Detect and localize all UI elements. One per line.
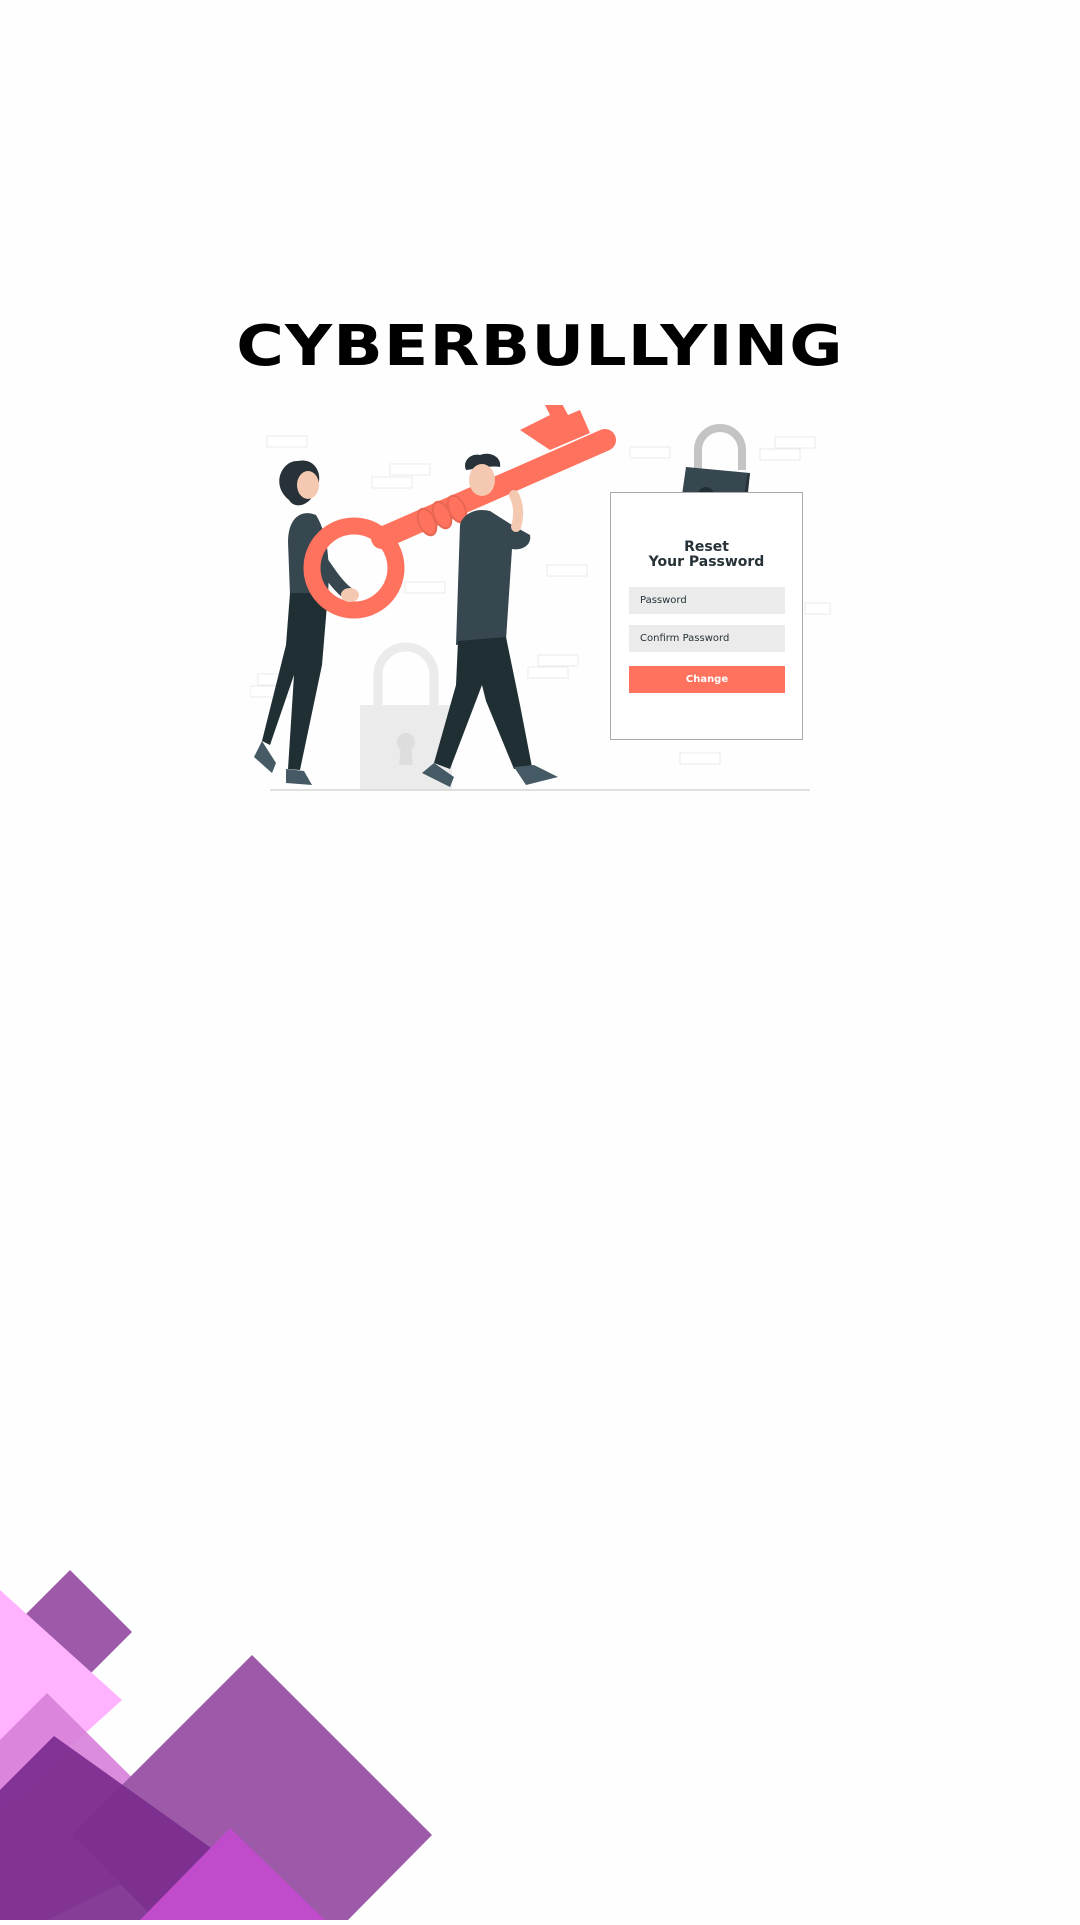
reset-title-line1: Reset xyxy=(684,539,729,555)
reset-title-line2: Your Password xyxy=(648,554,765,570)
decorative-diamonds xyxy=(0,1560,440,1920)
change-button[interactable]: Change xyxy=(629,666,785,693)
confirm-password-field[interactable]: Confirm Password xyxy=(629,625,785,652)
password-field[interactable]: Password xyxy=(629,587,785,614)
reset-password-card: Reset Your Password Password Confirm Pas… xyxy=(610,492,803,740)
page-title: CYBERBULLYING xyxy=(236,314,844,379)
woman-figure xyxy=(254,460,357,785)
woman-hand xyxy=(341,588,359,602)
